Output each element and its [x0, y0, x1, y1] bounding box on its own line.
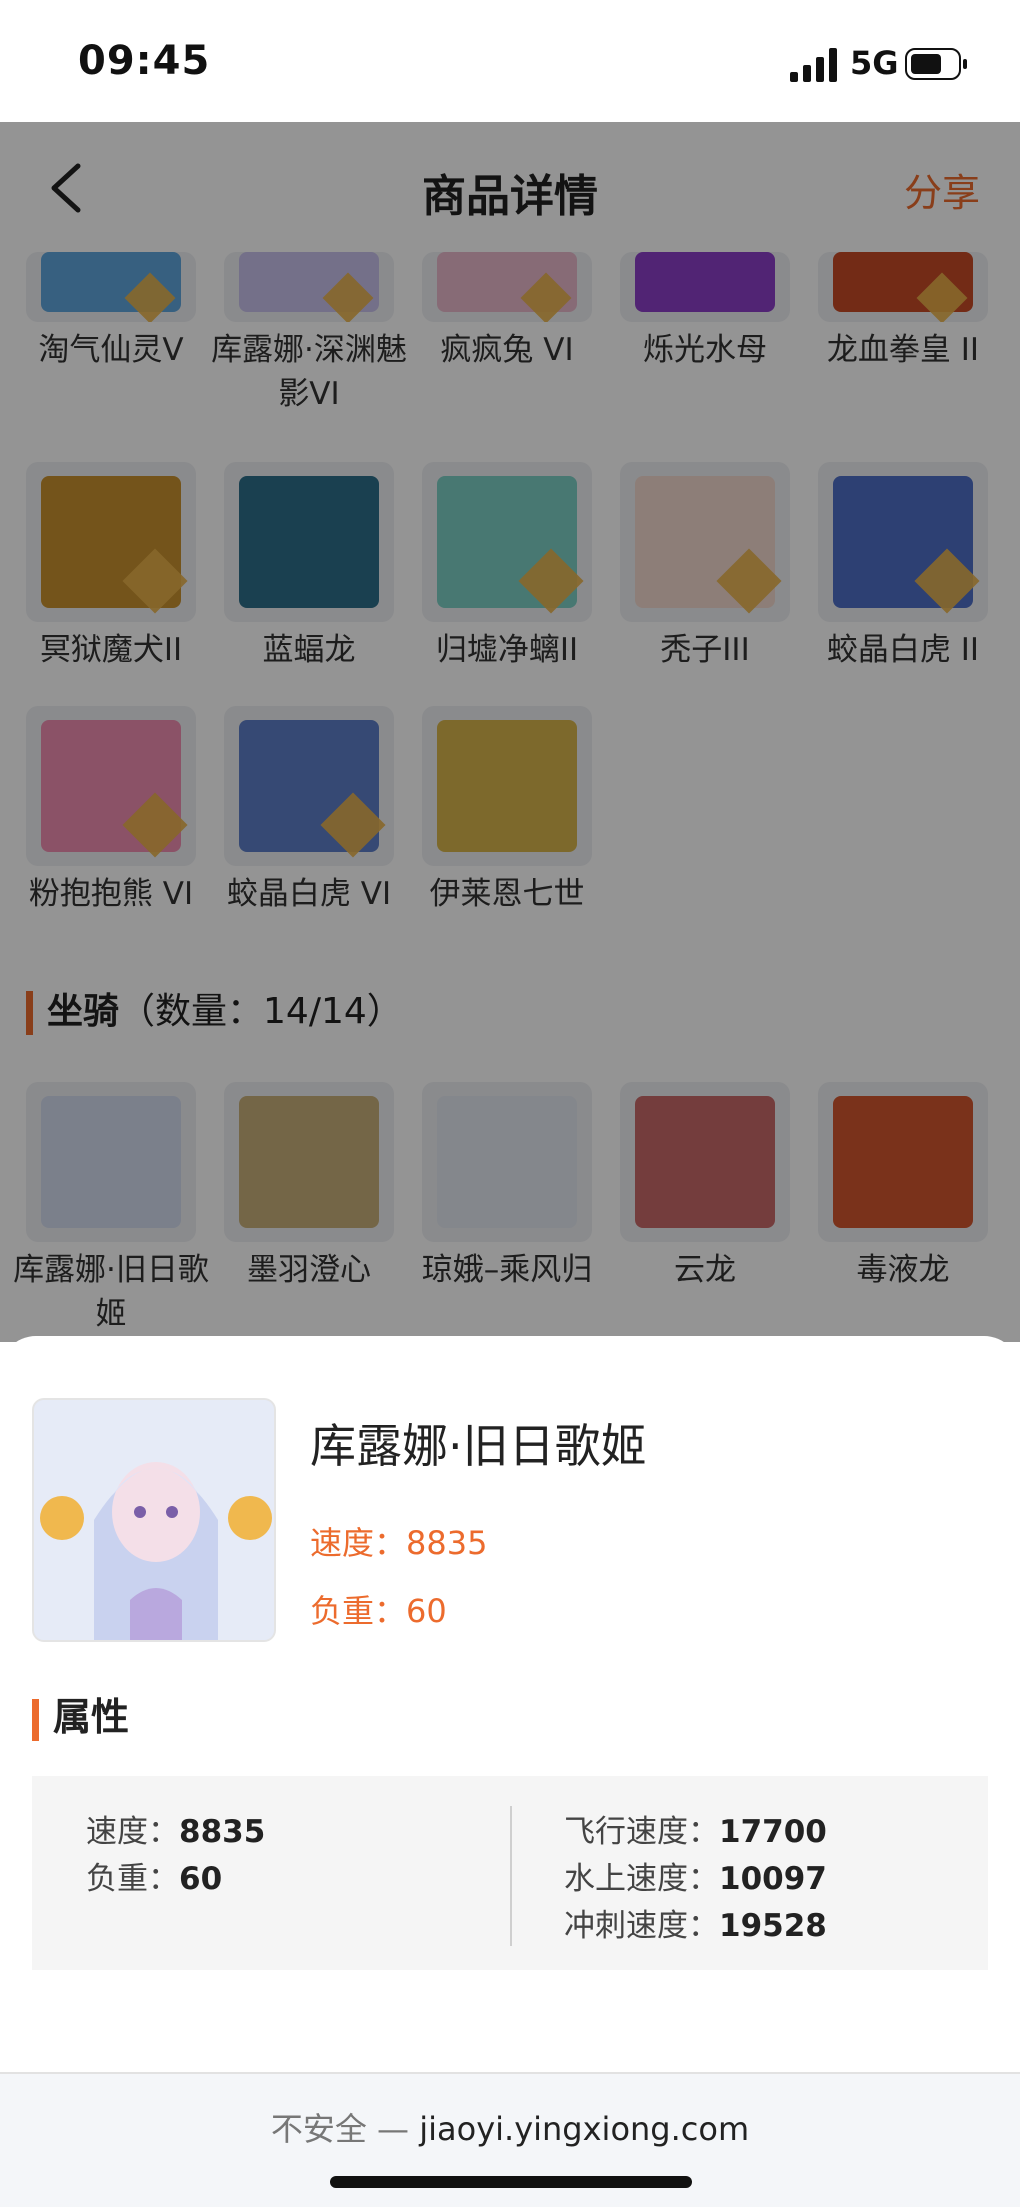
mount-load: 负重：60 — [310, 1592, 447, 1630]
attr-speed: 速度：8835 — [86, 1814, 266, 1850]
network-label: 5G — [850, 44, 899, 82]
mount-avatar — [32, 1398, 276, 1642]
attr-flying-speed: 飞行速度：17700 — [564, 1814, 827, 1850]
mount-detail-sheet: 库露娜·旧日歌姬 速度：8835 负重：60 属性 速度：8835 负重：60 … — [0, 1336, 1020, 2072]
modal-backdrop[interactable] — [0, 122, 1020, 1342]
domain-label: jiaoyi.yingxiong.com — [419, 2110, 750, 2148]
status-time: 09:45 — [78, 38, 211, 84]
browser-address-bar[interactable]: 不安全 — jiaoyi.yingxiong.com — [0, 2072, 1020, 2207]
status-bar: 09:45 5G — [0, 0, 1020, 122]
signal-icon — [790, 48, 837, 82]
section-accent-bar — [32, 1698, 39, 1741]
mount-name: 库露娜·旧日歌姬 — [310, 1419, 647, 1473]
attr-load: 负重：60 — [86, 1861, 223, 1897]
address-text[interactable]: 不安全 — jiaoyi.yingxiong.com — [0, 2104, 1020, 2150]
attributes-divider — [510, 1806, 512, 1946]
home-indicator[interactable] — [330, 2176, 692, 2188]
mount-speed: 速度：8835 — [310, 1524, 488, 1562]
attributes-box: 速度：8835 负重：60 飞行速度：17700 水上速度：10097 冲刺速度… — [32, 1776, 988, 1970]
battery-icon — [905, 48, 967, 80]
attributes-title: 属性 — [32, 1686, 129, 1741]
mount-avatar-art — [34, 1400, 274, 1640]
attr-dash-speed: 冲刺速度：19528 — [564, 1908, 827, 1944]
insecure-label: 不安全 — — [270, 2110, 410, 2148]
attr-water-speed: 水上速度：10097 — [564, 1861, 827, 1897]
